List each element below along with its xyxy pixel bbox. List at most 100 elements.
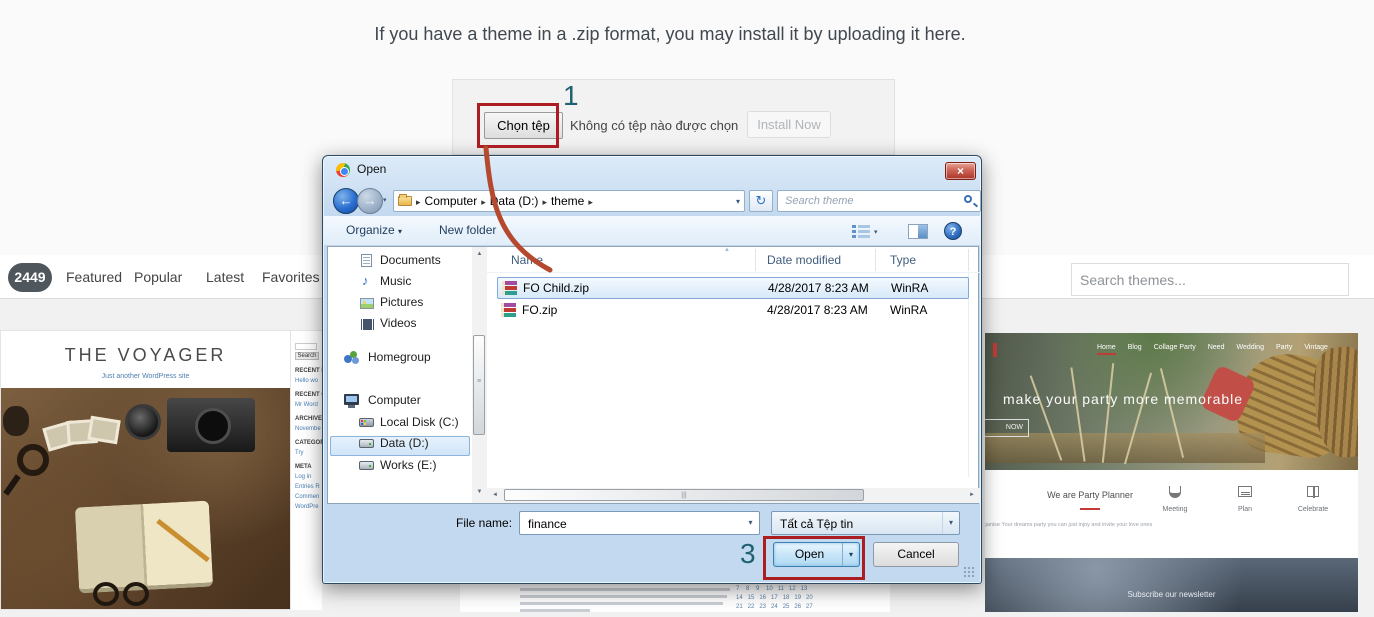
refresh-button[interactable] (749, 190, 773, 212)
music-icon: ♪ (362, 273, 369, 288)
search-themes-input[interactable] (1071, 263, 1349, 296)
column-separator (755, 249, 756, 271)
tab-popular[interactable]: Popular (134, 269, 182, 285)
sidebar-item-local-disk-c[interactable]: Local Disk (C:) (380, 415, 459, 435)
widget-link[interactable]: Try (295, 450, 322, 456)
calendar-row: 7 8 9 10 11 12 13 (736, 585, 813, 594)
nav-home[interactable]: Home (1097, 344, 1116, 355)
scrollbar-thumb[interactable]: ||| (504, 489, 864, 501)
nav-need[interactable]: Need (1208, 344, 1225, 355)
file-name-combobox[interactable]: finance ▾ (519, 511, 760, 535)
glass-icon (1169, 486, 1181, 498)
no-file-chosen-text: Không có tệp nào được chọn (570, 118, 738, 133)
chevron-icon (588, 194, 593, 208)
blog-text-lines (520, 588, 730, 616)
sidebar-scrollbar[interactable]: ▲ ≡ ▼ (472, 247, 487, 503)
calendar-widget: 7 8 9 10 11 12 13 14 15 16 17 18 19 20 2… (736, 585, 813, 612)
theme-card-middle-sliver: Search RECENT P Hello wo RECENT C Mr Wor… (291, 330, 322, 610)
search-placeholder: Search theme (785, 195, 853, 207)
sidebar-item-music[interactable]: Music (380, 274, 411, 294)
calendar-icon (1238, 486, 1252, 497)
widget-link[interactable]: Commen (295, 494, 322, 500)
nav-party[interactable]: Party (1276, 344, 1292, 355)
preview-pane-icon[interactable] (908, 224, 928, 239)
newsletter-text: Subscribe our newsletter (985, 590, 1358, 599)
folder-icon (398, 196, 412, 206)
glasses-shape (93, 582, 119, 606)
tab-featured[interactable]: Featured (66, 269, 122, 285)
nav-wedding[interactable]: Wedding (1236, 344, 1264, 355)
computer-icon (344, 394, 359, 405)
file-row-fo[interactable]: FO.zip 4/28/2017 8:23 AM WinRA (497, 300, 969, 322)
dropdown-icon[interactable]: ▾ (942, 512, 959, 534)
resize-grip[interactable] (963, 566, 975, 578)
chrome-icon (336, 163, 350, 177)
sidebar-item-homegroup[interactable]: Homegroup (368, 350, 431, 370)
camera-lens-shape (125, 404, 161, 440)
column-separator (875, 249, 876, 271)
site-logo (993, 343, 997, 357)
tab-latest[interactable]: Latest (206, 269, 244, 285)
dropdown-icon[interactable]: ▾ (742, 512, 759, 534)
tab-favorites[interactable]: Favorites (262, 269, 320, 285)
scroll-right-icon[interactable]: ► (964, 488, 980, 502)
dialog-toolbar: Organize ▾ New folder ▾ ? (324, 216, 980, 246)
sidebar-item-works-e[interactable]: Works (E:) (380, 458, 436, 478)
widget-search-input[interactable] (295, 343, 317, 350)
sidebar-item-videos[interactable]: Videos (380, 316, 416, 336)
photo-shape (87, 416, 120, 444)
sidebar-item-documents[interactable]: Documents (380, 253, 441, 273)
sidebar-item-data-d[interactable]: Data (D:) (380, 436, 429, 456)
horizontal-scrollbar[interactable]: ◄ ||| ► (487, 488, 980, 503)
annotation-box-step3 (763, 536, 865, 580)
scroll-down-icon[interactable]: ▼ (472, 489, 487, 495)
hero-cta-button[interactable]: NOW (985, 419, 1029, 437)
help-icon[interactable]: ? (944, 222, 962, 240)
install-now-button[interactable]: Install Now (747, 111, 831, 138)
scroll-left-icon[interactable]: ◄ (487, 488, 503, 502)
views-dropdown-icon[interactable]: ▾ (874, 228, 878, 236)
widget-search-button[interactable]: Search (295, 352, 319, 360)
widget-title: RECENT C (295, 392, 322, 398)
column-date-modified[interactable]: Date modified (767, 253, 841, 267)
change-view-icon[interactable] (852, 225, 870, 238)
theme-card-voyager[interactable]: THE VOYAGER Just another WordPress site (0, 330, 291, 610)
feature-plan: Plan (1215, 484, 1275, 513)
file-name-value: finance (528, 517, 567, 531)
search-icon (964, 195, 972, 203)
scrollbar-thumb[interactable]: ≡ (473, 335, 485, 435)
widget-link[interactable]: Novembe (295, 426, 322, 432)
cancel-button[interactable]: Cancel (873, 542, 959, 567)
theme-count-badge: 2449 (8, 263, 52, 292)
nav-blog[interactable]: Blog (1128, 344, 1142, 355)
history-dropdown-icon[interactable]: ▾ (383, 196, 387, 204)
forward-button[interactable] (357, 188, 383, 214)
widget-link[interactable]: Hello wo (295, 378, 322, 384)
column-separator (968, 249, 969, 271)
search-field[interactable]: Search theme (777, 190, 981, 212)
widget-link[interactable]: WordPre (295, 504, 322, 510)
file-date: 4/28/2017 8:23 AM (767, 303, 868, 317)
annotation-number-1: 1 (563, 80, 579, 112)
column-type[interactable]: Type (890, 253, 916, 267)
sidebar-item-pictures[interactable]: Pictures (380, 295, 423, 315)
widget-link[interactable]: Entries R (295, 484, 322, 490)
address-dropdown-icon[interactable]: ▾ (736, 197, 740, 206)
video-icon (360, 319, 375, 330)
sidebar-item-computer[interactable]: Computer (368, 393, 421, 413)
file-type-combobox[interactable]: Tất cả Tệp tin ▾ (771, 511, 960, 535)
close-button[interactable]: × (945, 162, 976, 180)
widget-title: CATEGOR (295, 440, 322, 446)
document-icon (361, 254, 372, 267)
theme-card-party[interactable]: Home Blog Collage Party Need Wedding Par… (985, 333, 1358, 612)
file-name-label: File name: (456, 516, 512, 530)
widget-link[interactable]: Log in (295, 474, 322, 480)
organize-menu[interactable]: Organize ▾ (346, 223, 402, 237)
section-paragraph: ganise Your dreams party you can just in… (985, 522, 1159, 528)
picture-icon (360, 298, 374, 309)
nav-collage-party[interactable]: Collage Party (1154, 344, 1196, 355)
nav-vintage[interactable]: Vintage (1304, 344, 1328, 355)
widget-link[interactable]: Mr Word (295, 402, 322, 408)
red-underline (1080, 508, 1100, 510)
back-button[interactable] (333, 188, 359, 214)
